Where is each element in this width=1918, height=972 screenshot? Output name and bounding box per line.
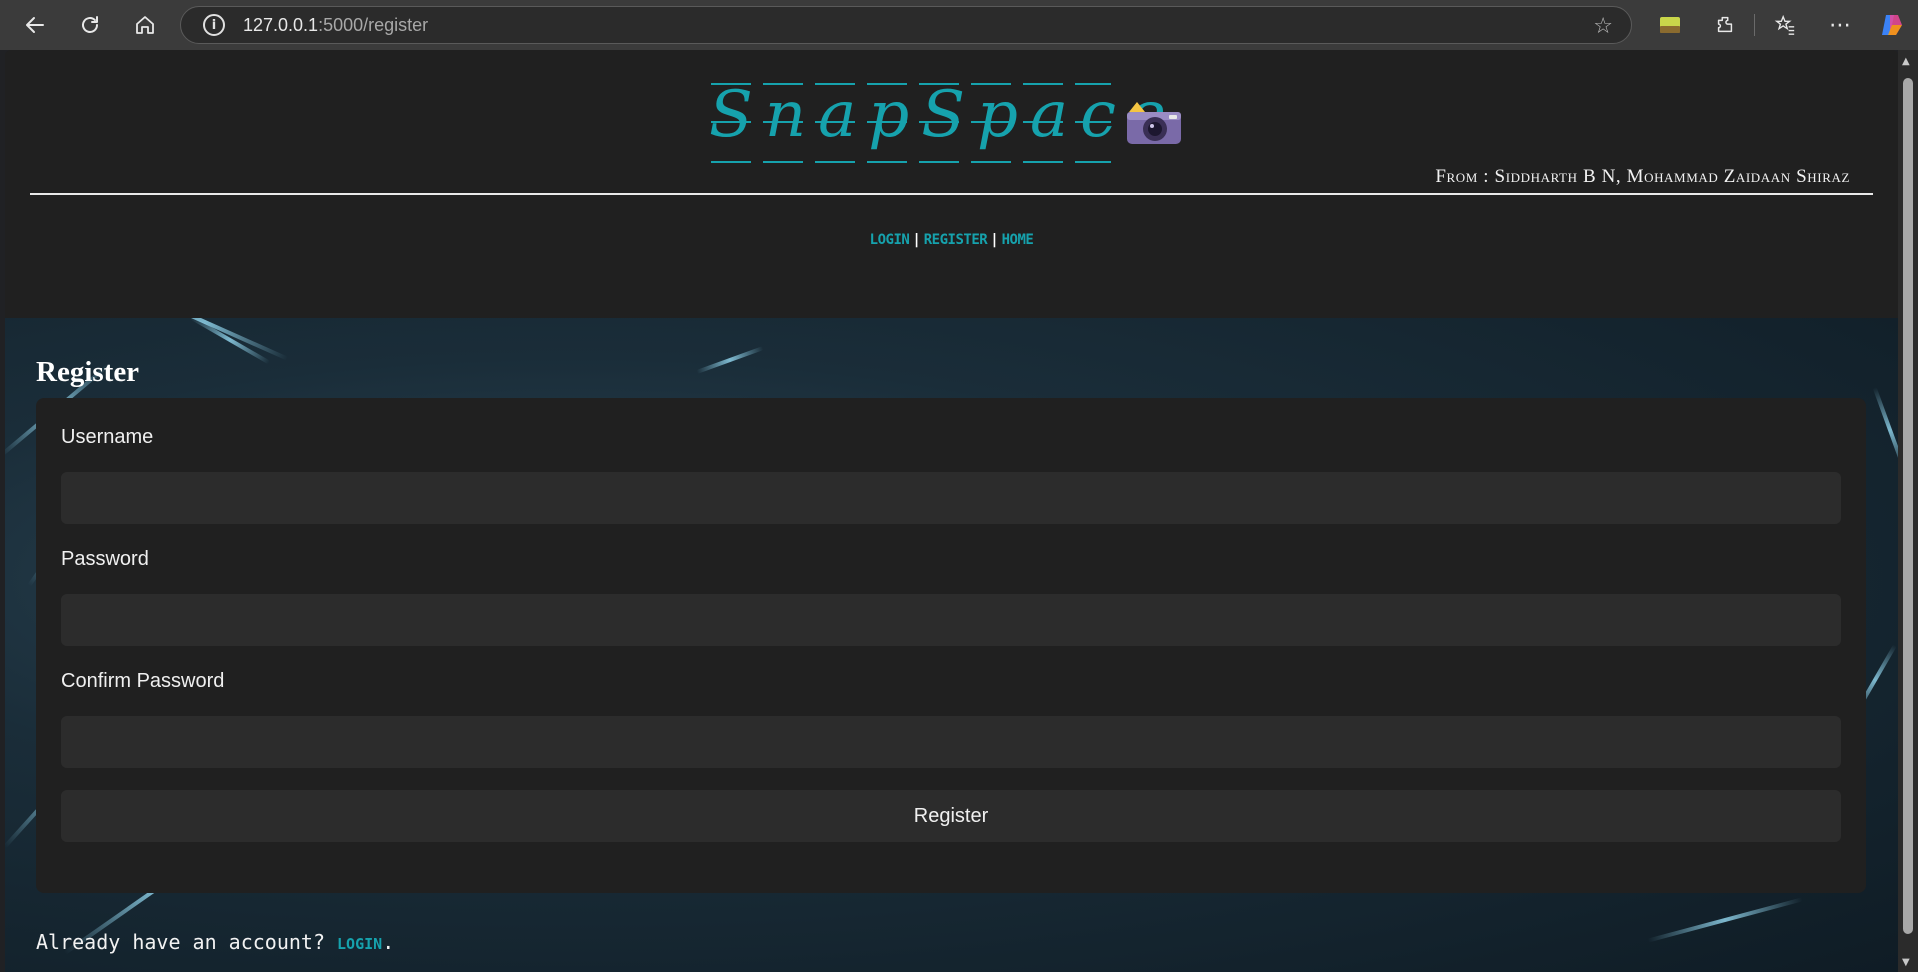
scroll-down-arrow-icon[interactable]: ▼ bbox=[1902, 957, 1910, 968]
register-button[interactable]: Register bbox=[61, 790, 1841, 842]
nav-separator: | bbox=[912, 232, 921, 248]
credits-text: From : Siddharth B N, Mohammad Zaidaan S… bbox=[1435, 166, 1850, 187]
reload-icon bbox=[82, 16, 98, 33]
reload-button[interactable] bbox=[70, 5, 110, 45]
register-form: Username Password Confirm Password Regis… bbox=[36, 398, 1866, 893]
more-button[interactable]: ⋯ bbox=[1820, 5, 1860, 45]
password-label: Password bbox=[61, 548, 149, 570]
extensions-button[interactable] bbox=[1705, 5, 1745, 45]
info-icon[interactable]: i bbox=[203, 14, 225, 36]
confirm-password-input[interactable] bbox=[61, 716, 1841, 768]
address-bar[interactable]: i 127.0.0.1:5000/register ☆ bbox=[180, 6, 1632, 44]
browser-toolbar: i 127.0.0.1:5000/register ☆ ⋯ bbox=[0, 0, 1918, 50]
login-prompt-period: . bbox=[382, 930, 395, 954]
nav-separator: | bbox=[990, 232, 999, 248]
login-prompt: Already have an account? LOGIN. bbox=[36, 930, 394, 954]
confirm-password-label: Confirm Password bbox=[61, 670, 225, 692]
toolbar-divider bbox=[1754, 14, 1755, 36]
username-label: Username bbox=[61, 426, 154, 448]
scroll-up-arrow-icon[interactable]: ▲ bbox=[1902, 56, 1910, 67]
login-link[interactable]: LOGIN bbox=[337, 935, 382, 953]
main-nav: LOGIN | REGISTER | HOME bbox=[5, 232, 1898, 248]
favorites-button[interactable] bbox=[1765, 5, 1805, 45]
page-viewport: SnapSpace From : Siddharth B N, Mohammad… bbox=[5, 50, 1898, 972]
camera-icon bbox=[1127, 102, 1181, 144]
page-title: Register bbox=[36, 356, 140, 388]
site-header: SnapSpace From : Siddharth B N, Mohammad… bbox=[5, 50, 1898, 318]
back-icon bbox=[26, 17, 44, 33]
back-button[interactable] bbox=[15, 5, 55, 45]
nav-register-link[interactable]: REGISTER bbox=[924, 232, 988, 248]
username-input[interactable] bbox=[61, 472, 1841, 524]
star-icon[interactable]: ☆ bbox=[1593, 14, 1613, 39]
home-icon bbox=[136, 16, 154, 34]
scroll-thumb[interactable] bbox=[1903, 78, 1913, 934]
extension-icon bbox=[1660, 17, 1680, 33]
more-icon: ⋯ bbox=[1829, 12, 1851, 38]
extension-button[interactable] bbox=[1650, 5, 1690, 45]
password-input[interactable] bbox=[61, 594, 1841, 646]
url-text[interactable]: 127.0.0.1:5000/register bbox=[243, 15, 428, 36]
home-button[interactable] bbox=[125, 5, 165, 45]
puzzle-icon bbox=[1717, 16, 1733, 33]
site-logo[interactable]: SnapSpace bbox=[709, 78, 1178, 152]
copilot-button[interactable] bbox=[1872, 5, 1912, 45]
copilot-icon bbox=[1882, 15, 1902, 35]
favorites-icon bbox=[1774, 14, 1795, 35]
main-content: Register Username Password Confirm Passw… bbox=[5, 318, 1898, 972]
vertical-scrollbar[interactable]: ▲ ▼ bbox=[1898, 50, 1918, 972]
login-prompt-text: Already have an account? bbox=[36, 930, 325, 954]
header-divider bbox=[30, 193, 1873, 195]
url-host: 127.0.0.1 bbox=[243, 14, 319, 35]
url-path: :5000/register bbox=[318, 14, 429, 35]
nav-login-link[interactable]: LOGIN bbox=[870, 232, 910, 248]
nav-home-link[interactable]: HOME bbox=[1002, 232, 1034, 248]
